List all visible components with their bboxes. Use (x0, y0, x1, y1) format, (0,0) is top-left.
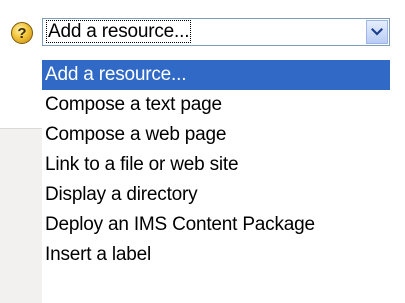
select-value: Add a resource... (45, 20, 363, 44)
left-panel (0, 0, 44, 303)
option-link-file-website[interactable]: Link to a file or web site (42, 150, 390, 180)
add-resource-select[interactable]: Add a resource... (42, 18, 390, 46)
help-icon[interactable]: ? (11, 22, 33, 44)
option-compose-web-page[interactable]: Compose a web page (42, 120, 390, 150)
chevron-down-icon (371, 27, 383, 36)
dropdown-button[interactable] (366, 20, 388, 44)
option-compose-text-page[interactable]: Compose a text page (42, 90, 390, 120)
left-panel-shade (0, 128, 42, 303)
option-insert-label[interactable]: Insert a label (42, 240, 390, 270)
option-deploy-ims-package[interactable]: Deploy an IMS Content Package (42, 210, 390, 240)
option-display-directory[interactable]: Display a directory (42, 180, 390, 210)
select-value-text: Add a resource... (45, 20, 192, 43)
dropdown-list: Add a resource... Compose a text page Co… (42, 60, 390, 302)
option-add-resource[interactable]: Add a resource... (42, 60, 390, 90)
